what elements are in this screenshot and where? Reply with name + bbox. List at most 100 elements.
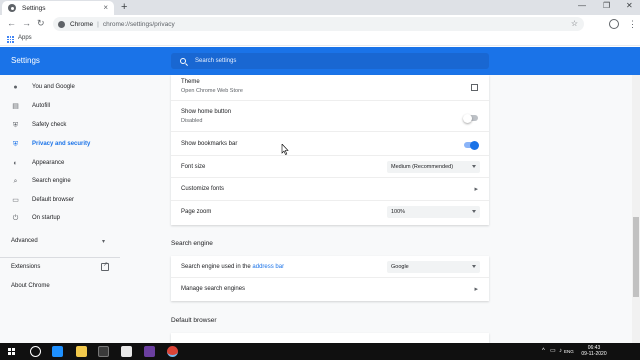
clock-date: 09-11-2020 <box>581 351 607 357</box>
clipboard-icon: ▤ <box>12 102 19 110</box>
chevron-right-icon: ▸ <box>474 186 478 193</box>
tray-chevron-icon[interactable]: ^ <box>542 348 545 355</box>
person-icon: ● <box>13 83 18 91</box>
search-settings-input[interactable]: Search settings <box>171 53 489 69</box>
url-text[interactable]: chrome://settings/privacy <box>103 21 175 28</box>
reload-button[interactable]: ↻ <box>37 18 45 29</box>
sidebar-item-safety-check[interactable]: ⛨ Safety check <box>0 117 120 133</box>
minimize-button[interactable]: — <box>578 1 586 11</box>
media-app-icon[interactable] <box>144 346 155 357</box>
bookmarks-bar-row[interactable]: Show bookmarks bar <box>171 132 489 156</box>
sidebar-item-label: Default browser <box>32 197 75 203</box>
manage-search-engines-title: Manage search engines <box>181 286 246 292</box>
customize-fonts-row[interactable]: Customize fonts ▸ <box>171 178 489 201</box>
volume-icon[interactable]: ♪ <box>559 348 562 355</box>
home-button-toggle[interactable] <box>463 113 478 123</box>
mail-icon[interactable] <box>121 346 132 357</box>
palette-icon: ◐ <box>13 159 18 167</box>
search-taskbar-icon[interactable] <box>30 346 41 357</box>
screen: Settings × + — ❐ ✕ ← → ↻ Chrome | chrome… <box>0 0 640 360</box>
search-engine-used-prefix: Search engine used in the <box>181 264 253 270</box>
sidebar-item-label: On startup <box>32 215 61 221</box>
back-button[interactable]: ← <box>7 18 16 29</box>
open-in-new-icon[interactable] <box>101 261 109 271</box>
search-engine-value: Google <box>391 264 409 270</box>
default-browser-card <box>171 333 489 343</box>
sidebar-item-you-and-google[interactable]: ● You and Google <box>0 79 120 95</box>
new-tab-button[interactable]: + <box>121 1 127 13</box>
url-separator: | <box>97 20 99 28</box>
theme-row[interactable]: Theme Open Chrome Web Store <box>171 75 489 101</box>
sidebar-item-extensions[interactable]: Extensions <box>11 264 40 270</box>
default-browser-heading: Default browser <box>171 317 217 324</box>
tab-strip: Settings × + — ❐ ✕ <box>0 0 640 15</box>
sidebar-item-label: Privacy and security <box>32 141 91 147</box>
browser-icon: ▭ <box>12 196 19 204</box>
tab-title: Settings <box>22 4 46 12</box>
sidebar-item-search-engine[interactable]: ⌕ Search engine <box>0 173 120 189</box>
font-size-row: Font size Medium (Recommended) <box>171 156 489 178</box>
page-zoom-row: Page zoom 100% <box>171 201 489 225</box>
scrollbar-thumb[interactable] <box>633 217 639 297</box>
chevron-right-icon: ▸ <box>474 286 478 293</box>
chevron-down-icon <box>472 210 476 213</box>
close-tab-icon[interactable]: × <box>103 3 108 12</box>
font-size-title: Font size <box>181 164 206 170</box>
sidebar-item-appearance[interactable]: ◐ Appearance <box>0 155 120 171</box>
store-icon[interactable] <box>98 346 109 357</box>
forward-button[interactable]: → <box>22 18 31 29</box>
sidebar-item-label: You and Google <box>32 84 75 90</box>
bookmarks-bar: Apps <box>0 33 640 46</box>
bookmarks-bar-title: Show bookmarks bar <box>181 141 238 147</box>
chrome-site-icon <box>58 20 65 28</box>
battery-icon[interactable]: ▭ <box>550 348 556 355</box>
sidebar-item-privacy-and-security[interactable]: ⛨ Privacy and security <box>0 136 120 152</box>
tab-settings[interactable]: Settings × <box>2 1 114 15</box>
browser-toolbar: ← → ↻ Chrome | chrome://settings/privacy… <box>0 15 640 33</box>
sidebar-advanced[interactable]: Advanced <box>11 238 38 244</box>
taskbar-clock[interactable]: 06:43 09-11-2020 <box>574 345 614 357</box>
theme-subtitle: Open Chrome Web Store <box>181 88 243 94</box>
font-size-value: Medium (Recommended) <box>391 164 454 170</box>
search-engine-used-row: Search engine used in the address bar Go… <box>171 256 489 278</box>
file-explorer-icon[interactable] <box>76 346 87 357</box>
home-button-title: Show home button <box>181 109 232 115</box>
edge-icon[interactable] <box>52 346 63 357</box>
apps-icon[interactable] <box>7 36 14 43</box>
close-window-button[interactable]: ✕ <box>626 1 633 11</box>
sidebar-item-on-startup[interactable]: ⏻ On startup <box>0 210 120 226</box>
profile-avatar-icon[interactable] <box>609 19 619 29</box>
sidebar-item-autofill[interactable]: ▤ Autofill <box>0 98 120 114</box>
chrome-icon[interactable] <box>167 346 178 357</box>
font-size-select[interactable]: Medium (Recommended) <box>387 161 480 173</box>
customize-fonts-title: Customize fonts <box>181 186 225 192</box>
language-indicator[interactable]: ENG <box>564 348 574 355</box>
sidebar-divider <box>0 257 120 258</box>
search-icon: ⌕ <box>13 177 18 185</box>
menu-icon[interactable]: ⋮ <box>628 19 637 29</box>
home-button-status: Disabled <box>181 118 203 124</box>
search-engine-select[interactable]: Google <box>387 261 480 273</box>
apps-bookmark[interactable]: Apps <box>18 35 32 41</box>
page-title: Settings <box>11 56 40 65</box>
sidebar: ● You and Google ▤ Autofill ⛨ Safety che… <box>0 75 120 343</box>
gear-icon <box>8 4 16 12</box>
bookmarks-bar-toggle[interactable] <box>464 140 479 150</box>
bookmark-star-icon[interactable]: ☆ <box>571 19 578 29</box>
page-zoom-select[interactable]: 100% <box>387 206 480 218</box>
page-scrollbar[interactable] <box>632 75 640 343</box>
open-in-new-icon[interactable] <box>471 84 478 91</box>
shield-icon: ⛨ <box>12 140 19 148</box>
manage-search-engines-row[interactable]: Manage search engines ▸ <box>171 278 489 301</box>
address-bar[interactable]: Chrome | chrome://settings/privacy ☆ <box>53 17 584 31</box>
windows-taskbar: ^ ▭ ♪ ENG 06:43 09-11-2020 <box>0 343 640 360</box>
search-engine-heading: Search engine <box>171 240 213 247</box>
restore-button[interactable]: ❐ <box>603 1 610 11</box>
sidebar-item-about-chrome[interactable]: About Chrome <box>11 283 50 289</box>
chevron-down-icon[interactable]: ▾ <box>102 238 105 245</box>
search-engine-used-label: Search engine used in the address bar <box>181 264 284 270</box>
home-button-row[interactable]: Show home button Disabled <box>171 101 489 132</box>
windows-start-icon[interactable] <box>8 348 15 355</box>
sidebar-item-default-browser[interactable]: ▭ Default browser <box>0 192 120 208</box>
address-bar-link[interactable]: address bar <box>252 264 284 270</box>
